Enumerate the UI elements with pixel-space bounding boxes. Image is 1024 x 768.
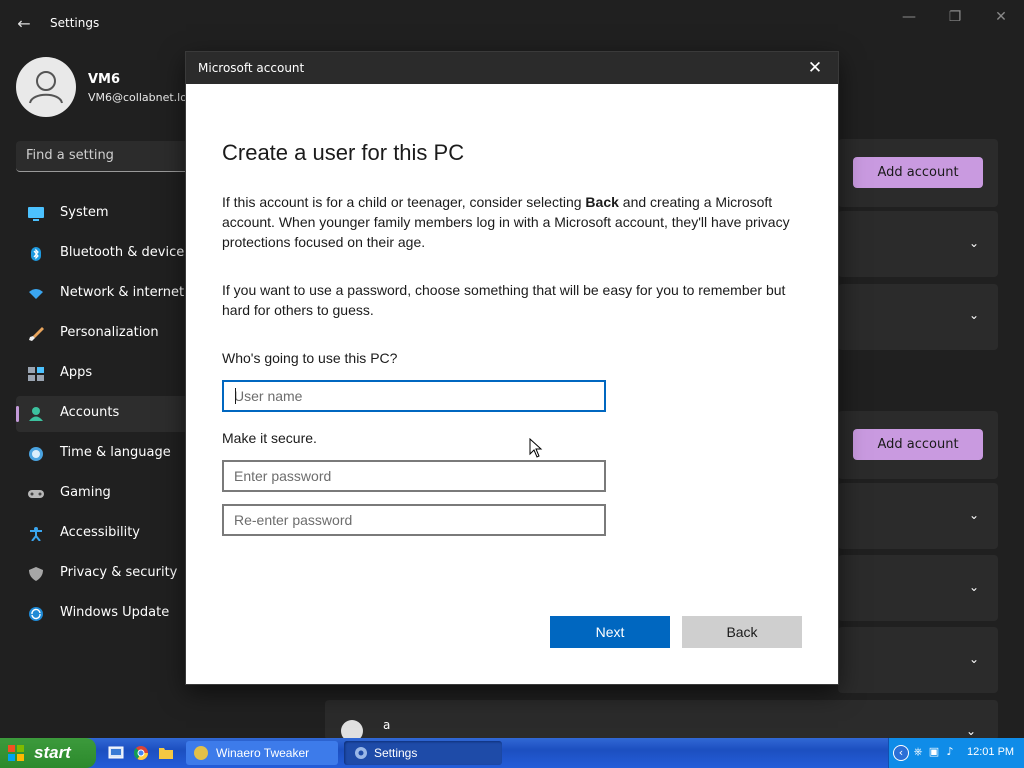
notice-text: If this account is for a child or teenag…	[222, 194, 586, 210]
close-icon[interactable]: ✕	[800, 58, 830, 78]
username-field[interactable]	[222, 380, 606, 412]
chevron-down-icon[interactable]: ⌄	[966, 652, 982, 668]
sidebar-item-label: Personalization	[60, 325, 159, 340]
dialog-title-bar: Microsoft account ✕	[186, 52, 838, 84]
sidebar-item-accounts[interactable]: Accounts	[16, 396, 206, 432]
reenter-password-input[interactable]	[224, 506, 604, 534]
sidebar-item-bluetooth[interactable]: Bluetooth & devices	[16, 236, 206, 272]
app-title: Settings	[50, 16, 100, 30]
apps-icon	[28, 367, 44, 381]
chevron-down-icon[interactable]: ⌄	[966, 236, 982, 252]
start-button[interactable]: start	[0, 738, 96, 768]
reenter-password-field[interactable]	[222, 504, 606, 536]
password-field[interactable]	[222, 460, 606, 492]
avatar[interactable]	[16, 57, 76, 117]
chrome-icon[interactable]	[133, 745, 149, 761]
user-name: a	[383, 718, 391, 732]
folder-icon[interactable]	[158, 745, 174, 761]
sidebar-item-label: Privacy & security	[60, 565, 178, 580]
title-bar: ← Settings — ❐ ✕	[0, 0, 1024, 48]
sidebar-item-network[interactable]: Network & internet	[16, 276, 206, 312]
sidebar-item-label: Apps	[60, 365, 93, 380]
start-label: start	[34, 743, 71, 762]
user-icon	[29, 71, 63, 104]
chevron-down-icon[interactable]: ⌄	[966, 308, 982, 324]
sidebar-item-label: Accounts	[60, 405, 120, 420]
add-account-button[interactable]: Add account	[853, 157, 983, 188]
sidebar-item-label: Network & internet	[60, 285, 185, 300]
personalization-icon	[29, 327, 44, 341]
task-settings[interactable]: Settings	[344, 741, 502, 765]
active-indicator	[16, 406, 19, 422]
search-input[interactable]: Find a setting	[26, 148, 114, 163]
task-label: Winaero Tweaker	[216, 746, 310, 760]
next-button[interactable]: Next	[550, 616, 670, 648]
sidebar-item-gaming[interactable]: Gaming	[16, 476, 206, 512]
network-tray-icon[interactable]: ⎈	[911, 745, 925, 759]
who-label: Who's going to use this PC?	[222, 350, 398, 366]
profile-name: VM6	[88, 72, 121, 87]
show-desktop-icon[interactable]	[108, 745, 124, 761]
back-arrow-icon[interactable]: ←	[14, 14, 34, 34]
taskbar	[0, 738, 1024, 768]
sidebar-item-label: Time & language	[60, 445, 171, 460]
sidebar-item-label: Accessibility	[60, 525, 140, 540]
chevron-down-icon[interactable]: ⌄	[966, 724, 976, 738]
close-window-button[interactable]: ✕	[986, 8, 1016, 26]
secure-label: Make it secure.	[222, 430, 317, 446]
gaming-icon	[28, 490, 44, 498]
sidebar-item-label: Bluetooth & devices	[60, 245, 191, 260]
chevron-down-icon[interactable]: ⌄	[966, 508, 982, 524]
update-icon	[29, 607, 43, 621]
text-caret	[235, 388, 236, 404]
accounts-icon	[29, 407, 43, 421]
sidebar-item-accessibility[interactable]: Accessibility	[16, 516, 206, 552]
mouse-cursor-icon	[529, 438, 543, 458]
bluetooth-icon	[31, 247, 41, 261]
back-button[interactable]: Back	[682, 616, 802, 648]
maximize-button[interactable]: ❐	[940, 8, 970, 26]
add-account-button[interactable]: Add account	[853, 429, 983, 460]
network-icon	[29, 289, 43, 299]
sidebar-item-windows-update[interactable]: Windows Update	[16, 596, 206, 632]
settings-gear-icon	[355, 747, 367, 759]
accessibility-icon	[30, 527, 42, 541]
sidebar-item-label: Windows Update	[60, 605, 170, 620]
windows-logo-icon	[8, 745, 24, 761]
sidebar-item-label: Gaming	[60, 485, 111, 500]
volume-icon[interactable]: ♪	[943, 745, 957, 759]
tray-expand-icon[interactable]: ‹	[893, 745, 909, 761]
sidebar-item-privacy[interactable]: Privacy & security	[16, 556, 206, 592]
system-tray: ‹ ⎈ ▣ ♪ 12:01 PM	[888, 738, 1024, 768]
chevron-down-icon[interactable]: ⌄	[966, 580, 982, 596]
notice-bold-back: Back	[585, 194, 619, 210]
user-list-item[interactable]: a ⌄	[325, 700, 998, 742]
sidebar-item-label: System	[60, 205, 109, 220]
winaero-icon	[194, 746, 208, 760]
profile-email: VM6@collabnet.lo	[88, 91, 187, 104]
dialog-title: Microsoft account	[198, 61, 305, 75]
sidebar-item-time-language[interactable]: Time & language	[16, 436, 206, 472]
sidebar-item-system[interactable]: System	[16, 196, 206, 232]
monitor-tray-icon[interactable]: ▣	[927, 745, 941, 759]
password-advice: If you want to use a password, choose so…	[222, 282, 786, 318]
sidebar-item-apps[interactable]: Apps	[16, 356, 206, 392]
child-account-notice: If this account is for a child or teenag…	[222, 192, 812, 252]
time-icon	[29, 447, 43, 461]
privacy-icon	[29, 567, 43, 581]
system-icon	[28, 207, 44, 221]
task-label: Settings	[374, 746, 418, 760]
username-input[interactable]	[224, 382, 604, 410]
task-winaero-tweaker[interactable]: Winaero Tweaker	[186, 741, 338, 765]
password-input[interactable]	[224, 462, 604, 490]
minimize-button[interactable]: —	[894, 8, 924, 26]
dialog-heading: Create a user for this PC	[222, 140, 465, 165]
sidebar-item-personalization[interactable]: Personalization	[16, 316, 206, 352]
clock[interactable]: 12:01 PM	[967, 746, 1014, 758]
microsoft-account-dialog: Microsoft account ✕ Create a user for th…	[186, 52, 838, 684]
